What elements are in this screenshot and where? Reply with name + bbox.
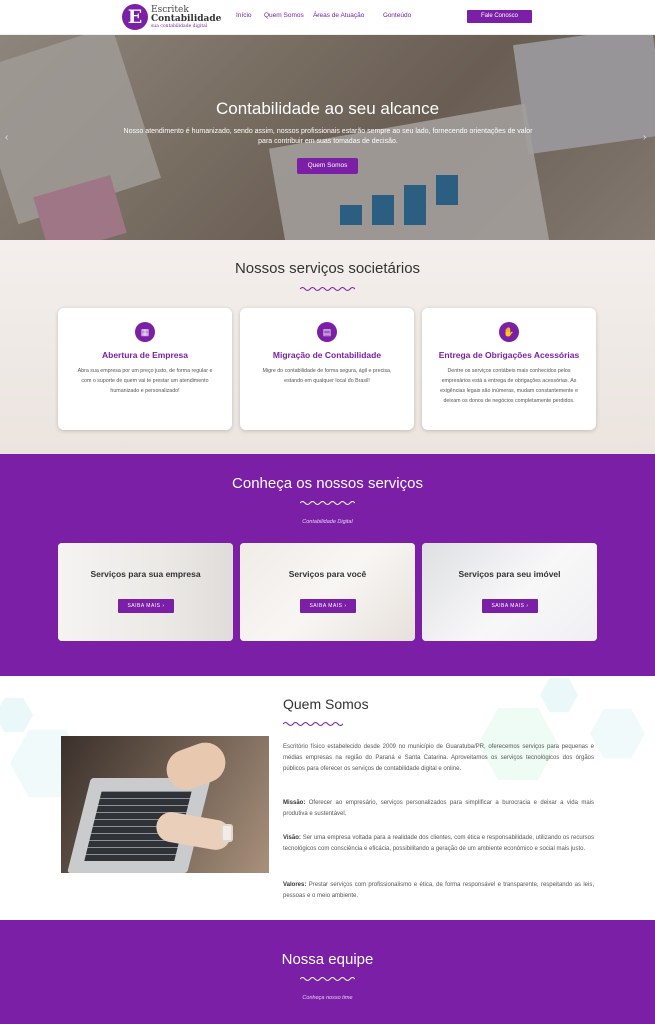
service-tile-title: Serviços para sua empresa <box>90 569 201 579</box>
visao-text: Ser uma empresa voltada para a realidade… <box>283 835 594 852</box>
service-tile-overlay <box>240 543 415 641</box>
valores-label: Valores: <box>283 882 307 888</box>
chevron-down-icon: ⌄ <box>315 12 320 18</box>
equipe-section: Nossa equipe Conheça nosso time <box>0 920 655 1024</box>
service-card-text: Abra sua empresa por um preço justo, de … <box>77 368 213 394</box>
service-tile-title: Serviços para seu imóvel <box>458 569 561 579</box>
nav-item-quem-somos[interactable]: Quem Somos <box>264 12 304 19</box>
about-visao: Visão: Ser uma empresa voltada para a re… <box>283 833 594 855</box>
nav-item-label: Áreas de Atuação <box>313 12 365 19</box>
service-card-text: Migre do contabilidade de forma segura, … <box>262 368 392 384</box>
hero-banner: Contabilidade ao seu alcance Nosso atend… <box>0 35 655 240</box>
wavy-divider <box>283 722 343 726</box>
logo-mark: E <box>122 4 148 30</box>
service-card-title: Abertura de Empresa <box>102 350 188 360</box>
societarios-title: Nossos serviços societários <box>234 260 421 277</box>
quem-somos-section: Quem Somos Escritório físico estabelecid… <box>0 676 655 920</box>
servicos-subtitle: Contabilidade Digital <box>302 519 353 525</box>
wavy-divider <box>300 287 355 291</box>
slider-next-arrow-icon[interactable]: › <box>643 132 646 143</box>
hero-text: Nosso atendimento é humanizado, sendo as… <box>123 128 533 145</box>
hero-quem-somos-button[interactable]: Quem Somos <box>297 158 358 174</box>
service-tile-overlay <box>58 543 233 641</box>
service-tile-title: Serviços para você <box>288 569 367 579</box>
visao-label: Visão: <box>283 835 301 841</box>
decor-hexagon <box>590 708 645 759</box>
wavy-divider <box>300 977 355 981</box>
smartwatch <box>221 824 233 842</box>
service-card-title: Entrega de Obrigações Acessórias <box>438 350 580 360</box>
site-header: E Escritek Contabilidade sua contabilida… <box>0 0 655 35</box>
contact-button[interactable]: Fale Conosco <box>467 10 532 23</box>
service-tile-voce[interactable]: Serviços para você SAIBA MAIS › <box>240 543 415 641</box>
hero-title: Contabilidade ao seu alcance <box>215 99 440 118</box>
saiba-mais-button[interactable]: SAIBA MAIS › <box>482 599 538 613</box>
handshake-icon: ✋ <box>499 322 519 342</box>
equipe-subtitle: Conheça nosso time <box>302 995 353 1001</box>
slider-prev-arrow-icon[interactable]: ‹ <box>5 132 8 143</box>
service-tile-empresa[interactable]: Serviços para sua empresa SAIBA MAIS › <box>58 543 233 641</box>
about-intro: Escritório físico estabelecido desde 200… <box>283 744 594 772</box>
quem-somos-title: Quem Somos <box>283 696 369 712</box>
logo[interactable]: E Escritek Contabilidade sua contabilida… <box>122 4 221 32</box>
laptop-photo <box>61 736 269 873</box>
service-card-obrigacoes[interactable]: ✋ Entrega de Obrigações Acessórias Dentr… <box>422 308 596 430</box>
valores-text: Prestar serviços com profissionalismo e … <box>283 882 595 899</box>
equipe-title: Nossa equipe <box>281 951 374 968</box>
service-card-migracao[interactable]: ▤ Migração de Contabilidade Migre do con… <box>240 308 414 430</box>
store-icon: ▦ <box>135 322 155 342</box>
decor-hexagon <box>0 697 33 733</box>
missao-text: Oferecer ao empresário, serviços persona… <box>283 800 594 817</box>
societarios-section: Nossos serviços societários ▦ Abertura d… <box>0 240 655 454</box>
page: E Escritek Contabilidade sua contabilida… <box>0 0 655 1024</box>
service-card-title: Migração de Contabilidade <box>272 350 382 360</box>
about-valores: Valores: Prestar serviços com profission… <box>283 880 594 902</box>
logo-tagline: sua contabilidade digital <box>151 24 208 29</box>
service-card-text: Dentre os serviços contábeis mais conhec… <box>440 368 578 404</box>
decor-hexagon <box>540 677 578 713</box>
wavy-divider <box>300 501 355 505</box>
servicos-section: Conheça os nossos serviços Contabilidade… <box>0 454 655 676</box>
logo-name-line2: Contabilidade <box>151 14 222 24</box>
service-card-abertura[interactable]: ▦ Abertura de Empresa Abra sua empresa p… <box>58 308 232 430</box>
saiba-mais-button[interactable]: SAIBA MAIS › <box>118 599 174 613</box>
about-missao: Missão: Oferecer ao empresário, serviços… <box>283 798 594 820</box>
servicos-title: Conheça os nossos serviços <box>232 475 423 492</box>
service-tile-imovel[interactable]: Serviços para seu imóvel SAIBA MAIS › <box>422 543 597 641</box>
saiba-mais-button[interactable]: SAIBA MAIS › <box>300 599 356 613</box>
nav-item-inicio[interactable]: Início <box>236 12 252 19</box>
chevron-down-icon: ⌄ <box>385 12 390 18</box>
missao-label: Missão: <box>283 800 306 806</box>
service-tile-overlay <box>422 543 597 641</box>
document-icon: ▤ <box>317 322 337 342</box>
